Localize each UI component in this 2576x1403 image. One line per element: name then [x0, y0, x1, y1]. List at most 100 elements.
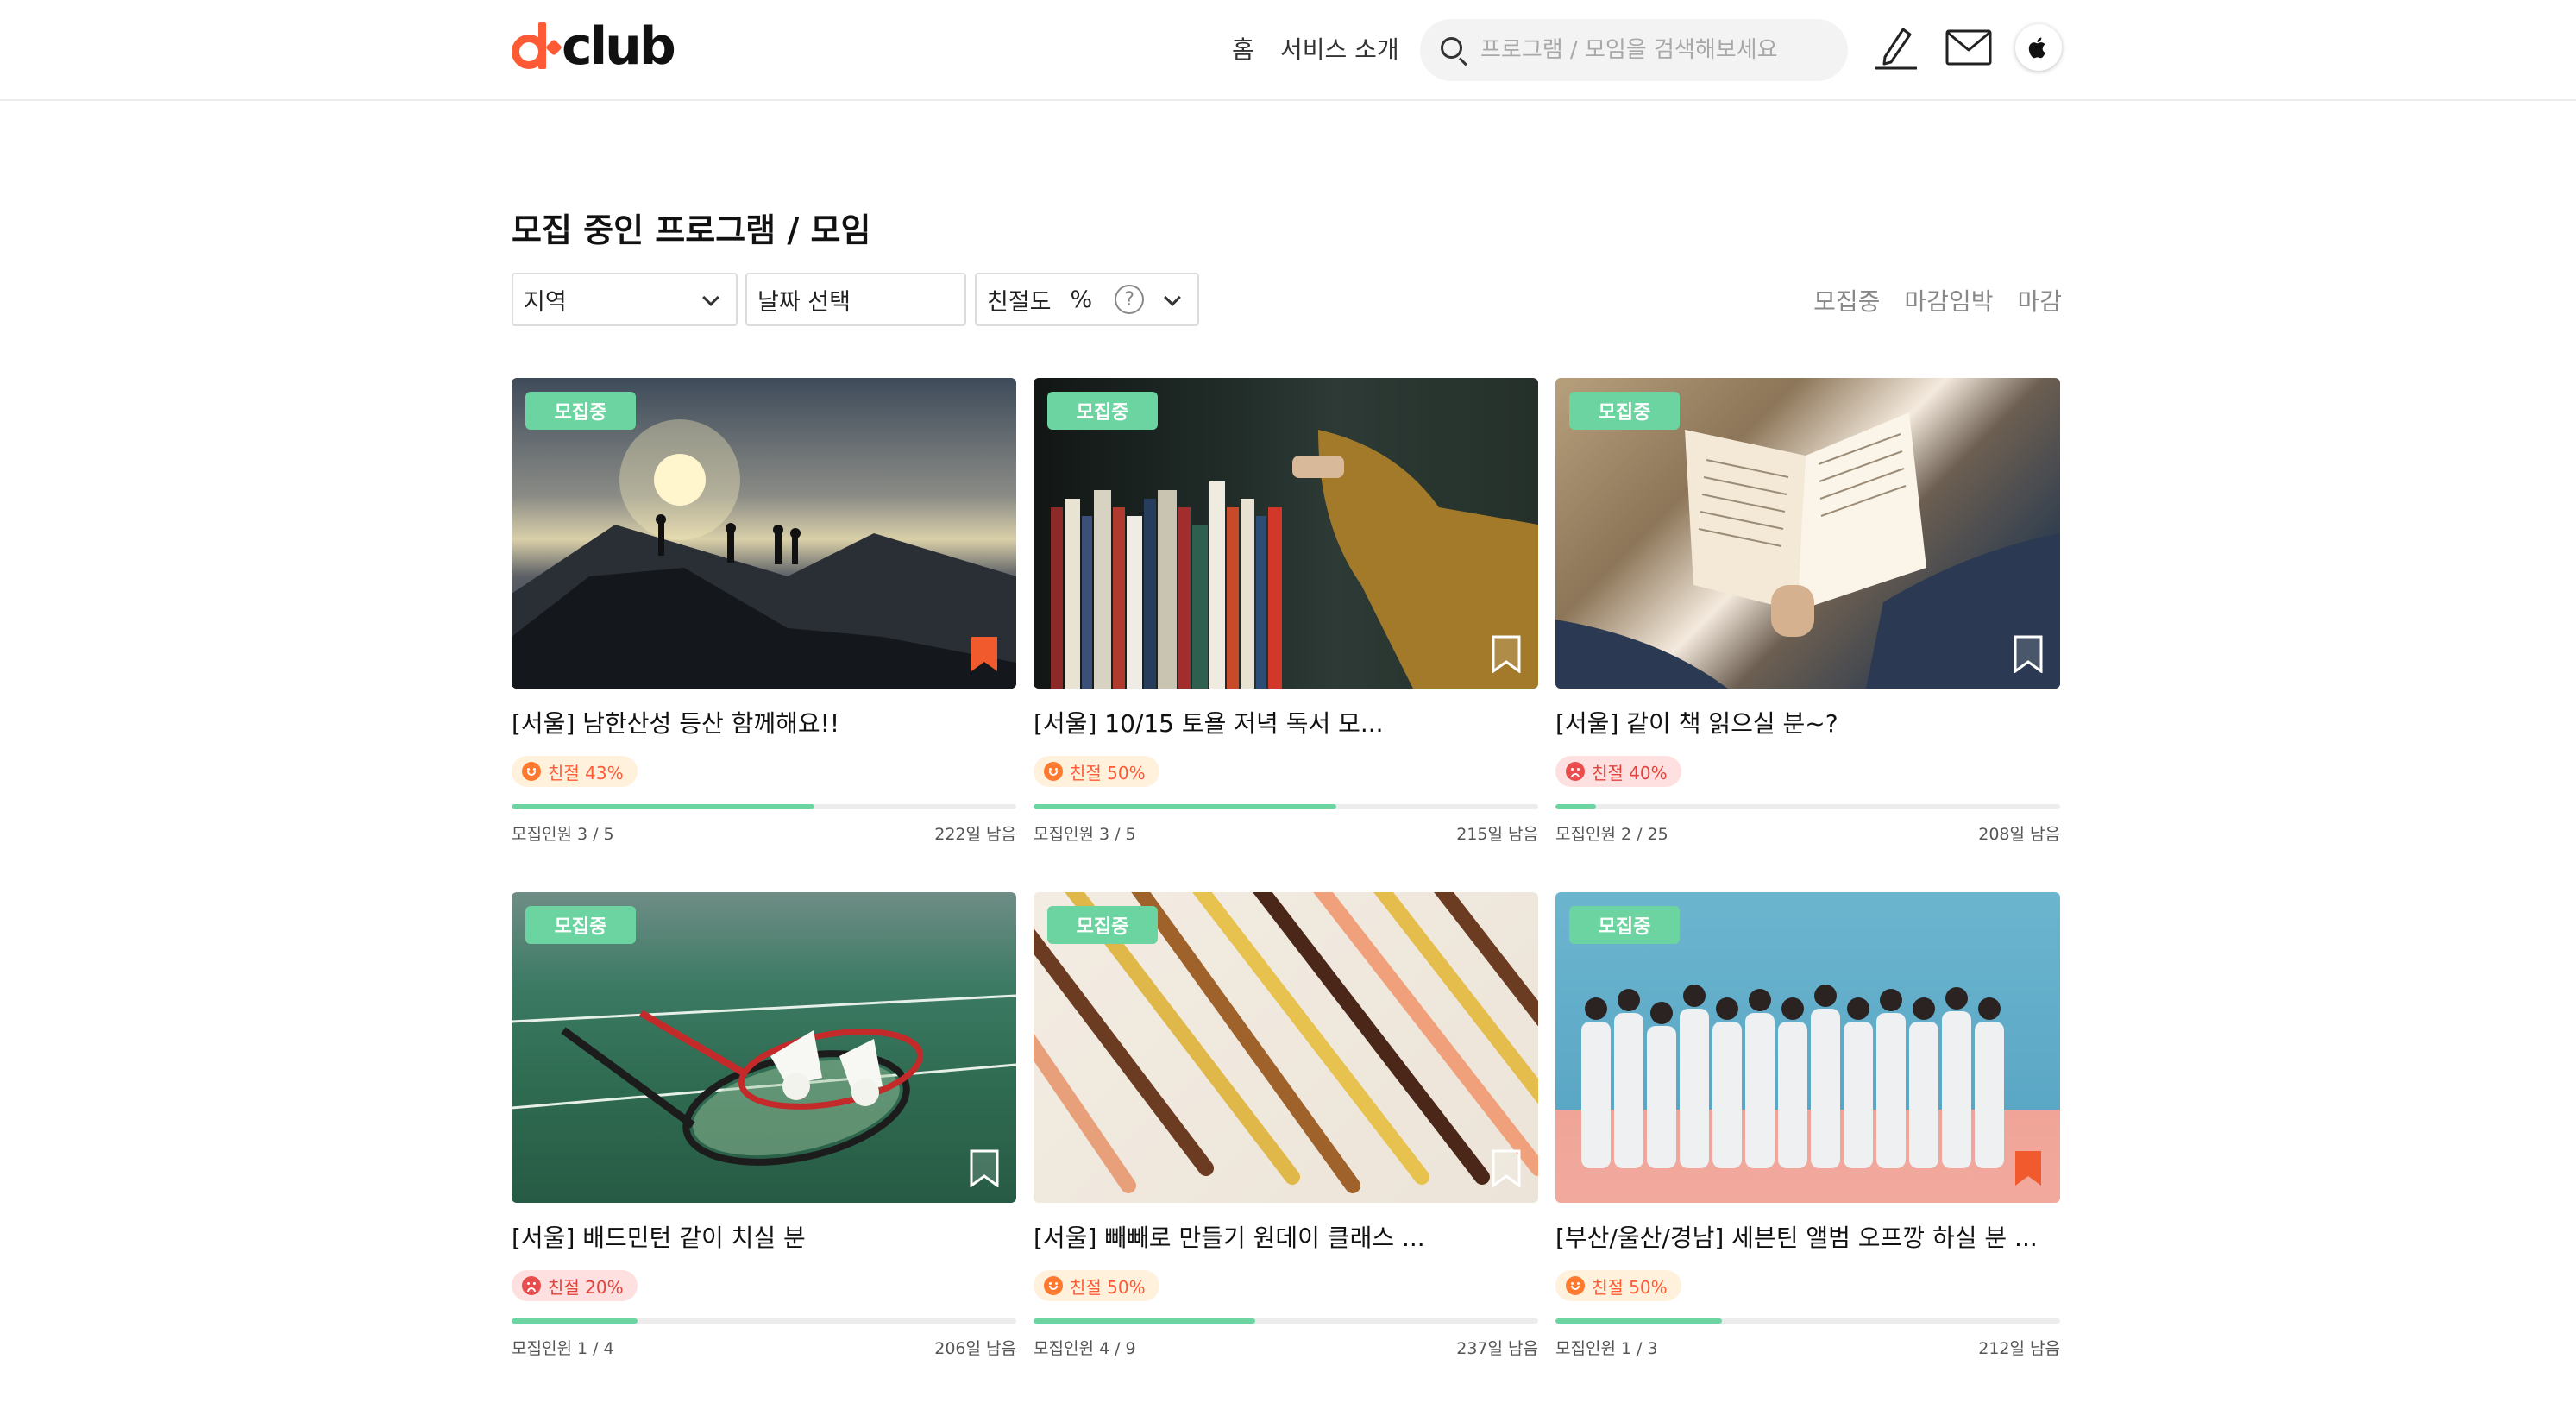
- kindness-unit: %: [1070, 286, 1093, 313]
- card-title[interactable]: [서울] 10/15 토욜 저녁 독서 모...: [1034, 708, 1538, 740]
- tab-closed[interactable]: 마감: [2017, 283, 2062, 318]
- member-count: 모집인원 3 / 5: [512, 825, 614, 844]
- apple-icon: [2028, 37, 2045, 59]
- progress-bar: [512, 1318, 1016, 1324]
- status-tabs: 모집중 마감임박 마감: [1813, 283, 2062, 318]
- kindness-chip: 친절 50%: [1034, 756, 1159, 787]
- member-count: 모집인원 3 / 5: [1034, 825, 1136, 844]
- program-card[interactable]: 모집중 [서울] 배드민턴 같이 치실 분 친절 20% 모집인원 1 / 4 2…: [512, 892, 1016, 1359]
- smile-icon: [1566, 1276, 1585, 1295]
- kindness-value: 친절 20%: [548, 1276, 624, 1298]
- days-left: 222일 남음: [934, 825, 1016, 844]
- date-picker-label: 날짜 선택: [757, 288, 851, 316]
- card-image[interactable]: 모집중: [1034, 378, 1538, 689]
- help-icon[interactable]: ?: [1115, 285, 1145, 314]
- sad-face-icon: [1566, 762, 1585, 781]
- kindness-value: 친절 43%: [548, 762, 624, 783]
- bookmark-icon[interactable]: [1492, 1149, 1521, 1187]
- smile-icon: [1044, 762, 1063, 781]
- smile-icon: [1044, 1276, 1063, 1295]
- date-picker[interactable]: 날짜 선택: [745, 273, 966, 326]
- progress-fill: [1555, 804, 1596, 809]
- smile-icon: [522, 762, 541, 781]
- card-image[interactable]: 모집중: [1555, 378, 2060, 689]
- progress-bar: [1034, 804, 1538, 809]
- page-title: 모집 중인 프로그램 / 모임: [512, 211, 871, 249]
- nav-about[interactable]: 서비스 소개: [1280, 31, 1399, 66]
- kindness-value: 친절 50%: [1070, 1276, 1146, 1298]
- logo[interactable]: club: [512, 16, 676, 77]
- card-image[interactable]: 모집중: [512, 378, 1016, 689]
- kindness-chip: 친절 40%: [1555, 756, 1681, 787]
- card-title[interactable]: [서울] 남한산성 등산 함께해요!!: [512, 708, 1016, 740]
- avatar[interactable]: [2015, 24, 2062, 71]
- bookmark-icon[interactable]: [1492, 635, 1521, 673]
- logo-text: club: [562, 16, 676, 77]
- search-input[interactable]: [1480, 37, 1825, 63]
- days-left: 237일 남음: [1456, 1339, 1538, 1358]
- card-title[interactable]: [부산/울산/경남] 세븐틴 앨범 오프깡 하실 분 ...: [1555, 1222, 2060, 1255]
- progress-fill: [512, 1318, 638, 1324]
- sad-face-icon: [522, 1276, 541, 1295]
- member-count: 모집인원 1 / 3: [1555, 1339, 1658, 1358]
- progress-fill: [1034, 1318, 1256, 1324]
- status-badge: 모집중: [525, 906, 636, 944]
- days-left: 212일 남음: [1978, 1339, 2060, 1358]
- program-card[interactable]: 모집중 [서울] 같이 책 읽으실 분~? 친절 40% 모집인원 2 / 25…: [1555, 378, 2060, 845]
- bookmark-filled-icon[interactable]: [2014, 1149, 2043, 1187]
- pen-icon[interactable]: [1872, 26, 1920, 71]
- status-badge: 모집중: [1047, 392, 1158, 430]
- member-count: 모집인원 1 / 4: [512, 1339, 614, 1358]
- program-card[interactable]: 모집중 [서울] 10/15 토욜 저녁 독서 모... 친절 50% 모집인원…: [1034, 378, 1538, 845]
- progress-bar: [1555, 804, 2060, 809]
- mail-icon[interactable]: [1945, 29, 1992, 66]
- region-select-label: 지역: [524, 288, 567, 316]
- logo-mark: [512, 22, 562, 71]
- kindness-chip: 친절 20%: [512, 1270, 638, 1301]
- tab-closing-soon[interactable]: 마감임박: [1904, 283, 1993, 318]
- tab-recruiting[interactable]: 모집중: [1813, 283, 1880, 318]
- bookmark-icon[interactable]: [970, 1149, 999, 1187]
- progress-bar: [1555, 1318, 2060, 1324]
- program-card[interactable]: 모집중 [서울] 빼빼로 만들기 원데이 클래스 ... 친절 50% 모집인원…: [1034, 892, 1538, 1359]
- status-badge: 모집중: [1569, 906, 1680, 944]
- days-left: 208일 남음: [1978, 825, 2060, 844]
- progress-fill: [512, 804, 814, 809]
- kindness-value: 친절 50%: [1592, 1276, 1668, 1298]
- kindness-chip: 친절 43%: [512, 756, 638, 787]
- kindness-select[interactable]: 친절도 % ?: [975, 273, 1199, 326]
- progress-bar: [512, 804, 1016, 809]
- card-title[interactable]: [서울] 빼빼로 만들기 원데이 클래스 ...: [1034, 1222, 1538, 1255]
- nav-home[interactable]: 홈: [1232, 31, 1254, 66]
- card-title[interactable]: [서울] 배드민턴 같이 치실 분: [512, 1222, 1016, 1255]
- status-badge: 모집중: [525, 392, 636, 430]
- status-badge: 모집중: [1569, 392, 1680, 430]
- progress-fill: [1555, 1318, 1723, 1324]
- days-left: 206일 남음: [934, 1339, 1016, 1358]
- bookmark-filled-icon[interactable]: [970, 635, 999, 673]
- search-icon[interactable]: [1439, 35, 1468, 66]
- progress-fill: [1034, 804, 1336, 809]
- card-image[interactable]: 모집중: [1555, 892, 2060, 1203]
- card-image[interactable]: 모집중: [1034, 892, 1538, 1203]
- kindness-label: 친절도: [987, 288, 1052, 316]
- kindness-value: 친절 40%: [1592, 762, 1668, 783]
- status-badge: 모집중: [1047, 906, 1158, 944]
- program-card[interactable]: 모집중 [부산/울산/경남] 세븐틴 앨범 오프깡 하실 분 ... 친절 50…: [1555, 892, 2060, 1359]
- card-title[interactable]: [서울] 같이 책 읽으실 분~?: [1555, 708, 2060, 740]
- kindness-chip: 친절 50%: [1555, 1270, 1681, 1301]
- bookmark-icon[interactable]: [2014, 635, 2043, 673]
- kindness-value: 친절 50%: [1070, 762, 1146, 783]
- days-left: 215일 남음: [1456, 825, 1538, 844]
- progress-bar: [1034, 1318, 1538, 1324]
- region-select[interactable]: 지역: [512, 273, 738, 326]
- chevron-down-icon: [702, 289, 719, 306]
- kindness-chip: 친절 50%: [1034, 1270, 1159, 1301]
- card-image[interactable]: 모집중: [512, 892, 1016, 1203]
- member-count: 모집인원 4 / 9: [1034, 1339, 1136, 1358]
- member-count: 모집인원 2 / 25: [1555, 825, 1668, 844]
- chevron-down-icon: [1164, 289, 1181, 306]
- top-header: club 홈 서비스 소개: [0, 0, 2576, 101]
- search-bar[interactable]: [1420, 19, 1848, 81]
- program-card[interactable]: 모집중 [서울] 남한산성 등산 함께해요!! 친절 43% 모집인원 3 / …: [512, 378, 1016, 845]
